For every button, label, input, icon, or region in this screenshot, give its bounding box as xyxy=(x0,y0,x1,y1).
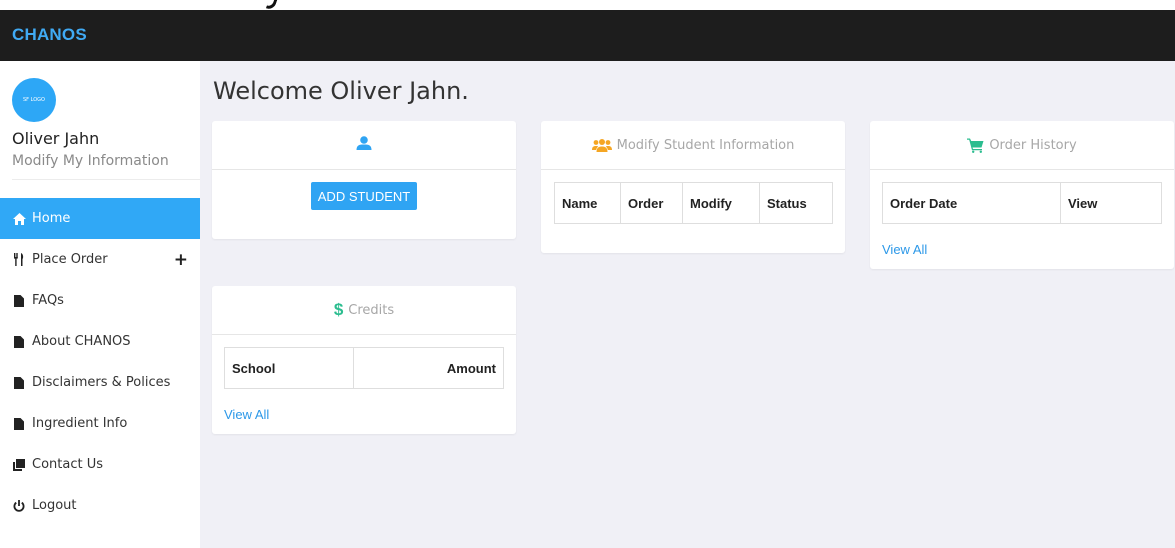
clone-icon xyxy=(12,458,26,472)
column-header-order-date: Order Date xyxy=(882,182,1061,224)
credits-table: School Amount xyxy=(224,347,504,389)
file-icon xyxy=(12,376,26,390)
add-student-button[interactable]: ADD STUDENT xyxy=(311,182,417,210)
sidebar-item-label: Logout xyxy=(32,498,77,513)
credits-card-title: Credits xyxy=(348,302,395,318)
sidebar-item-ingredient-info[interactable]: Ingredient Info xyxy=(0,403,200,444)
order-history-view-all-link[interactable]: View All xyxy=(882,242,927,257)
order-history-card: Order History Order Date View View All xyxy=(870,121,1174,269)
column-header-modify: Modify xyxy=(682,182,760,224)
file-icon xyxy=(12,335,26,349)
plus-icon[interactable]: + xyxy=(174,250,188,270)
sidebar-item-place-order[interactable]: Place Order + xyxy=(0,239,200,280)
main-content: Welcome Oliver Jahn. ADD STUDENT Modify … xyxy=(200,61,1175,548)
sidebar-item-faqs[interactable]: FAQs xyxy=(0,280,200,321)
order-history-card-title: Order History xyxy=(989,137,1077,153)
order-history-card-header: Order History xyxy=(870,121,1174,170)
table-header-row: Order Date View xyxy=(882,182,1162,224)
column-header-school: School xyxy=(224,347,354,389)
modify-student-card-title: Modify Student Information xyxy=(616,137,795,153)
order-history-table: Order Date View xyxy=(882,182,1162,224)
table-header-row: Name Order Modify Status xyxy=(554,182,833,224)
table-header-row: School Amount xyxy=(224,347,504,389)
navbar: CHANOS xyxy=(0,10,1175,61)
user-name: Oliver Jahn xyxy=(12,129,100,148)
sidebar-item-home[interactable]: Home xyxy=(0,198,200,239)
credits-card-header: $ Credits xyxy=(212,286,516,335)
sidebar-item-disclaimers[interactable]: Disclaimers & Polices xyxy=(0,362,200,403)
file-icon xyxy=(12,294,26,308)
power-icon xyxy=(12,499,26,513)
dollar-icon: $ xyxy=(333,300,344,319)
user-icon xyxy=(356,136,372,154)
modify-my-information-link[interactable]: Modify My Information xyxy=(12,153,169,169)
credits-view-all-link[interactable]: View All xyxy=(224,407,269,422)
sidebar-item-label: FAQs xyxy=(32,293,64,308)
file-icon xyxy=(12,417,26,431)
sidebar: SF LOGO Oliver Jahn Modify My Informatio… xyxy=(0,61,200,548)
sidebar-item-label: Disclaimers & Polices xyxy=(32,375,171,390)
sidebar-menu: Home Place Order + FAQs About CHANOS Dis… xyxy=(0,198,200,526)
sidebar-item-label: About CHANOS xyxy=(32,334,131,349)
welcome-heading: Welcome Oliver Jahn. xyxy=(213,77,469,105)
credits-card: $ Credits School Amount View All xyxy=(212,286,516,434)
users-icon xyxy=(591,138,612,152)
sidebar-item-logout[interactable]: Logout xyxy=(0,485,200,526)
shopping-cart-icon xyxy=(967,138,984,153)
top-strip xyxy=(0,0,1175,11)
sidebar-divider xyxy=(12,179,200,180)
utensils-icon xyxy=(12,253,26,267)
column-header-status: Status xyxy=(759,182,833,224)
sidebar-item-label: Ingredient Info xyxy=(32,416,128,431)
brand-logo[interactable]: CHANOS xyxy=(12,25,87,45)
sidebar-item-label: Contact Us xyxy=(32,457,103,472)
column-header-amount: Amount xyxy=(353,347,504,389)
column-header-name: Name xyxy=(554,182,621,224)
student-card-header xyxy=(212,121,516,170)
avatar: SF LOGO xyxy=(12,78,56,122)
sidebar-item-label: Home xyxy=(32,211,71,226)
sidebar-item-contact-us[interactable]: Contact Us xyxy=(0,444,200,485)
modify-student-card: Modify Student Information Name Order Mo… xyxy=(541,121,845,253)
student-card: ADD STUDENT xyxy=(212,121,516,239)
sidebar-item-label: Place Order xyxy=(32,252,108,267)
modify-student-table: Name Order Modify Status xyxy=(554,182,833,224)
home-icon xyxy=(12,212,26,226)
sidebar-item-about[interactable]: About CHANOS xyxy=(0,321,200,362)
modify-student-card-header: Modify Student Information xyxy=(541,121,845,170)
column-header-order: Order xyxy=(620,182,683,224)
column-header-view: View xyxy=(1060,182,1162,224)
